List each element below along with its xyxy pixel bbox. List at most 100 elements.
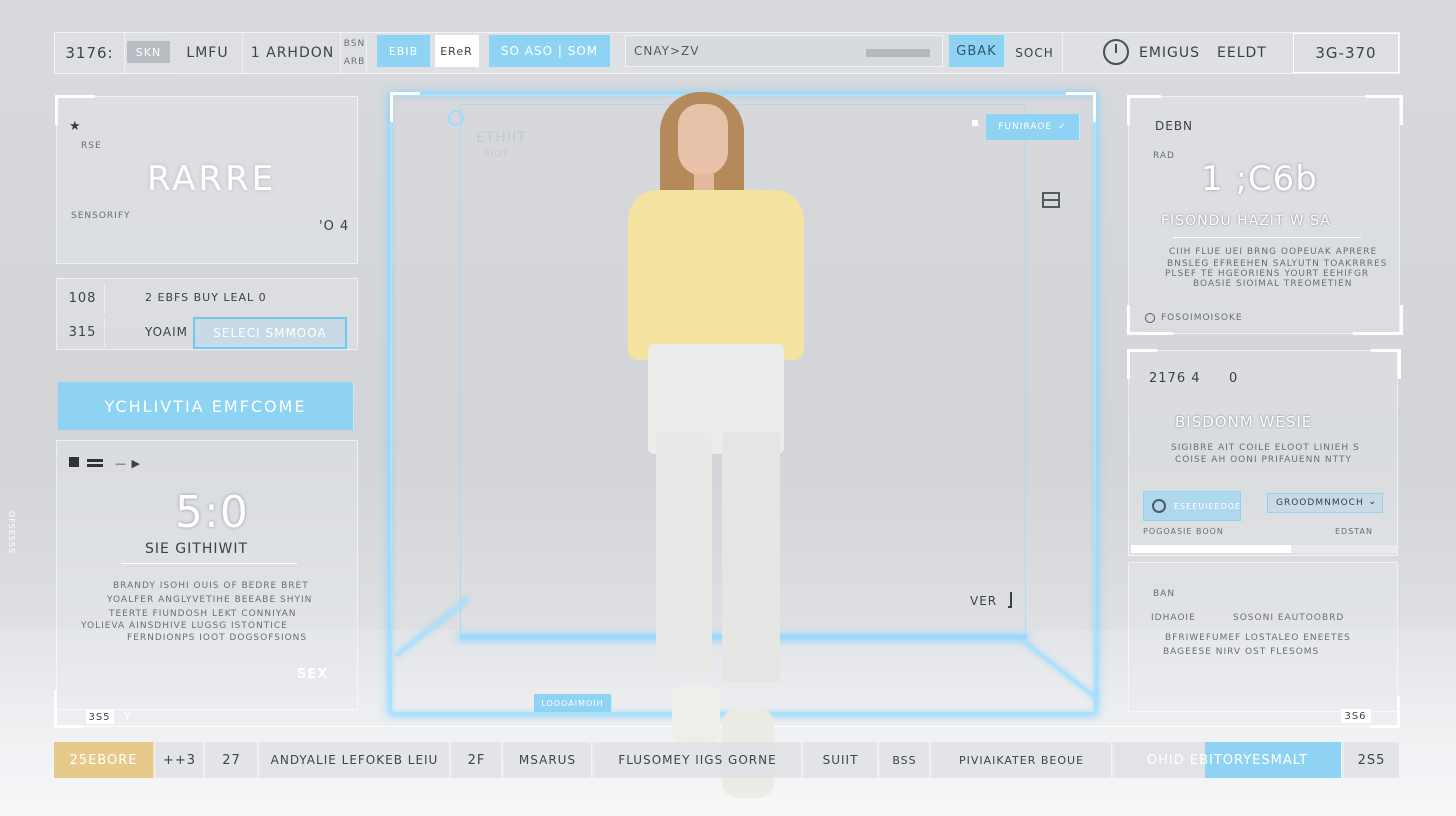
progress-fill [1131, 545, 1291, 553]
chevron-down-icon: ⌄ [1368, 496, 1378, 507]
left-foot-code: 3S5 [86, 710, 114, 724]
right-bottom-panel: BAN IDHAOIE SOSONI EAUTOOBRD BFRIWEFUMEF… [1128, 562, 1398, 723]
eject-icon[interactable] [87, 459, 103, 467]
right-top-para-3: PLSEF TE HGEORIENS YOURT EEHIFGR [1165, 269, 1370, 279]
toggle-label: ESEEUIEEDOE [1174, 502, 1242, 511]
stage-dot [972, 120, 978, 126]
left-top-sub: SENSORIFY [71, 211, 131, 221]
star-icon[interactable]: ★ [69, 119, 82, 134]
model-shoe-left [672, 684, 720, 744]
timer-icon[interactable] [1103, 39, 1129, 65]
gbak-button[interactable]: GBAK [949, 35, 1005, 67]
bottom-cell-6[interactable]: MSARUS [504, 742, 592, 778]
right-top-para-4: BOASIE SIOIMAL TREOMETIEN [1193, 279, 1353, 289]
bottom-cell-7[interactable]: FLUSOMEY IIGS GORNE [594, 742, 802, 778]
top-label-1[interactable]: LMFU [173, 33, 243, 73]
right-mid-title: BISDONM WESIE [1175, 413, 1313, 431]
timer-label[interactable]: EMIGUS [1139, 45, 1200, 61]
bottom-cell-10[interactable]: PIVIAIKATER BEOUE [932, 742, 1112, 778]
right-top-radio-icon[interactable] [1145, 313, 1155, 323]
left-bottom-para-4: YOLIEVA AINSDHIVE LUGSG ISTONTICE [81, 621, 288, 631]
tab-ebib[interactable]: EBIB [377, 35, 431, 67]
top-label-2[interactable]: 1 ARHDON [245, 33, 341, 73]
left-mid-line-1: 2 EBFS BUY LEAL 0 [145, 291, 267, 304]
top-bar: 3176: SKN LMFU 1 ARHDON BSN ARB EBIB ERe… [54, 32, 1400, 74]
left-bottom-para-2: YOALFER ANGLYVETIHE BEEABE SHYIN [107, 595, 313, 605]
bottom-cell-8[interactable]: SUIIT [804, 742, 878, 778]
right-top-para-1: CIIH FLUE UEI BRNG OOPEUAK APRERE [1169, 247, 1378, 257]
bottom-cell-1[interactable]: 25EBORE [54, 742, 154, 778]
top-chip-left[interactable]: SKN [127, 41, 171, 63]
bottom-cell-12[interactable]: 2S5 [1344, 742, 1400, 778]
model-face [678, 104, 728, 176]
model-shirt [628, 190, 804, 360]
side-vertical-label: OFSESSS [7, 510, 17, 555]
layout-icon[interactable] [1042, 192, 1060, 208]
left-bottom-big-value: 5:0 [175, 487, 249, 538]
left-top-value: 'O 4 [319, 219, 350, 234]
progress-track[interactable] [1131, 545, 1397, 553]
play-icon[interactable]: — ▶ [115, 457, 141, 470]
search-field[interactable]: CNAY>ZV [625, 35, 943, 67]
stage-badge[interactable]: FUNIRAOE ✓ [986, 114, 1080, 140]
left-bottom-panel: — ▶ 5:0 SIE GITHIWIT BRANDY ISOHI OUIS O… [56, 440, 358, 710]
tab-erer[interactable]: EReR [435, 35, 479, 67]
left-bottom-para-5: FERNDIONPS IOOT DOGSOFSIONS [127, 633, 308, 643]
right-bottom-sub: IDHAOIE [1151, 613, 1196, 623]
stage-bottom-tag: LOOOAIMOIH [534, 694, 612, 712]
bottom-cell-9[interactable]: BSS [880, 742, 930, 778]
check-icon: ✓ [1058, 122, 1067, 132]
right-bottom-code: BAN [1153, 589, 1176, 599]
left-top-small-code: RSE [81, 141, 102, 151]
bottom-cell-5[interactable]: 2F [452, 742, 502, 778]
top-mini-2: ARB [343, 53, 367, 71]
right-mid-code: 2176 4 [1149, 371, 1201, 386]
left-bottom-tag[interactable]: SEX [297, 667, 328, 682]
left-bottom-subtitle: SIE GITHIWIT [145, 541, 249, 557]
bottom-cell-11[interactable]: OHID EBITORYESMALT [1114, 742, 1342, 778]
right-mid-para-1: SIGIBRE AIT COILE ELOOT LINIEH S [1171, 443, 1360, 453]
right-bottom-para-1: BFRIWEFUMEF LOSTALEO ENEETES [1165, 633, 1351, 643]
left-mid-panel: 108 2 EBFS BUY LEAL 0 315 YOAIM SELECI S… [56, 278, 358, 350]
right-mid-value: 0 [1229, 371, 1239, 386]
right-top-label: DEBN [1155, 119, 1194, 133]
select-value: GROODMNMOCH [1276, 498, 1364, 508]
left-bottom-para-1: BRANDY ISOHI OUIS OF BEDRE BRET [113, 581, 309, 591]
stage-ghost-label: ETHIIT [476, 130, 527, 146]
stage-corner-label: VER [970, 594, 998, 608]
right-bottom-right-label: SOSONI EAUTOOBRD [1233, 613, 1345, 623]
select-dropdown[interactable]: GROODMNMOCH ⌄ [1267, 493, 1383, 513]
left-banner-button[interactable]: YCHLIVTIA EMFCOME [58, 382, 354, 430]
bottom-cell-3[interactable]: 27 [206, 742, 258, 778]
top-code-left: 3176: [55, 33, 125, 73]
left-top-title: RARRE [147, 159, 277, 199]
bottom-cell-2[interactable]: ++3 [156, 742, 204, 778]
left-bottom-para-3: TEERTE FIUNDOSH LEKT CONNIYAN [109, 609, 297, 619]
toggle-circle-icon [1152, 499, 1166, 513]
search-slider[interactable] [866, 49, 930, 57]
left-top-panel: ★ RSE RARRE SENSORIFY 'O 4 [55, 95, 358, 264]
bottom-cell-4[interactable]: ANDYALIE LEFOKEB LEIU [260, 742, 450, 778]
stop-icon[interactable] [69, 457, 79, 467]
left-foot-status: Y [124, 710, 132, 723]
stage-badge-label: FUNIRAOE [998, 122, 1053, 132]
right-top-big-value: 1 ;C6b [1201, 159, 1318, 199]
right-top-panel: DEBN RAD 1 ;C6b FISONDU HAZIT W SA CIIH … [1127, 95, 1403, 335]
stage-ghost-sub: SIOT [484, 150, 509, 160]
toggle-button[interactable]: ESEEUIEEDOE [1143, 491, 1241, 521]
right-bottom-para-2: BAGEESE NIRV OST FLESOMS [1163, 647, 1320, 657]
right-mid-panel: 2176 4 0 BISDONM WESIE SIGIBRE AIT COILE… [1127, 349, 1401, 556]
select-button[interactable]: SELECI SMMOOA [193, 317, 347, 349]
model-figure [620, 92, 810, 804]
bottom-bar: 25EBORE ++3 27 ANDYALIE LEFOKEB LEIU 2F … [54, 742, 1400, 778]
tab-soaso[interactable]: SO ASO | SOM [489, 35, 611, 67]
edit-label[interactable]: EELDT [1217, 45, 1267, 61]
model-leg-right [722, 432, 780, 682]
right-top-title: FISONDU HAZIT W SA [1161, 213, 1331, 229]
top-mini-1: BSN [343, 35, 367, 53]
left-mid-num-2: 315 [61, 317, 105, 347]
right-bottom-foot: 3S6 [1341, 709, 1371, 723]
right-top-foot: FOSOIMOISOKE [1161, 313, 1243, 323]
right-top-sub: RAD [1153, 151, 1175, 161]
top-label-3[interactable]: SOCH [1007, 33, 1063, 73]
